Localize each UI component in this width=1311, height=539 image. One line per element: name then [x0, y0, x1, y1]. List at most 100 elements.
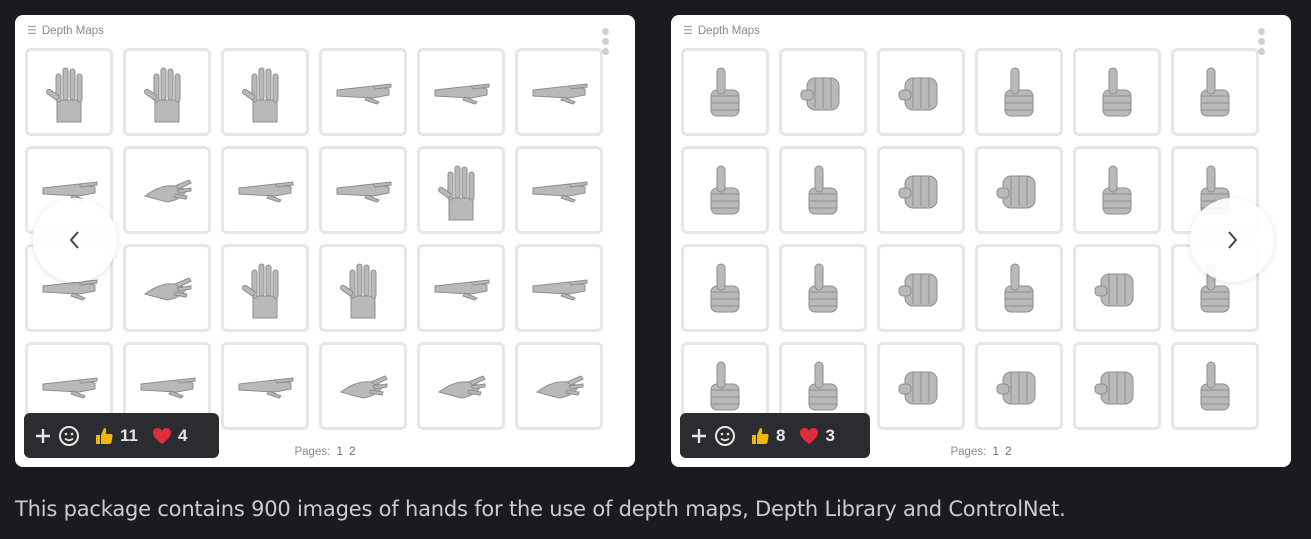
flat-hand-hand-image — [238, 181, 294, 203]
chevron-right-icon — [1228, 231, 1238, 249]
kebab-dot — [602, 38, 609, 45]
like-reaction-button[interactable]: 11 — [94, 426, 152, 446]
hand-thumbnail[interactable] — [975, 48, 1063, 136]
hand-thumbnail[interactable] — [515, 48, 603, 136]
panel-title: ☰ Depth Maps — [27, 24, 104, 38]
kebab-dot — [1258, 38, 1265, 45]
smiley-icon — [715, 425, 735, 446]
hand-thumbnail[interactable] — [1171, 48, 1259, 136]
fist-hand-image — [898, 273, 938, 307]
page-link-1[interactable]: 1 — [993, 446, 999, 458]
hand-thumbnail[interactable] — [877, 342, 965, 430]
thumbs-up-hand-image — [710, 67, 740, 117]
heart-reaction-button[interactable]: 3 — [799, 426, 835, 446]
hand-thumbnail[interactable] — [877, 146, 965, 234]
smiley-icon — [59, 425, 79, 446]
hand-thumbnail[interactable] — [25, 48, 113, 136]
page-link-2[interactable]: 2 — [1005, 446, 1011, 458]
carousel-next-button[interactable] — [1190, 198, 1274, 282]
hand-thumbnail[interactable] — [221, 48, 309, 136]
hand-thumbnail[interactable] — [515, 244, 603, 332]
emoji-picker-button[interactable] — [714, 425, 736, 447]
hand-thumbnail[interactable] — [1073, 244, 1161, 332]
hand-thumbnail[interactable] — [779, 48, 867, 136]
flat-hand-hand-image — [336, 83, 392, 105]
hand-thumbnail[interactable] — [681, 244, 769, 332]
thumbs-up-hand-image — [710, 263, 740, 313]
like-reaction-button[interactable]: 8 — [750, 426, 799, 446]
hand-thumbnail[interactable] — [319, 146, 407, 234]
thumbs-up-hand-image — [710, 165, 740, 215]
hand-thumbnail[interactable] — [417, 342, 505, 430]
hand-thumbnail[interactable] — [1073, 146, 1161, 234]
heart-reaction-button[interactable]: 4 — [152, 426, 187, 446]
hand-thumbnail[interactable] — [779, 146, 867, 234]
more-options-button[interactable] — [1258, 28, 1266, 58]
pages-label: Pages: — [294, 446, 331, 458]
thumbs-up-hand-image — [1004, 263, 1034, 313]
hand-thumbnail[interactable] — [1171, 342, 1259, 430]
thumbs-up-hand-image — [710, 361, 740, 411]
plus-icon — [692, 428, 706, 443]
fist-hand-image — [800, 77, 840, 111]
open-palm-hand-image — [340, 263, 377, 319]
flat-hand-hand-image — [336, 181, 392, 203]
open-palm-hand-image — [46, 67, 83, 123]
like-count: 8 — [776, 425, 786, 445]
hand-thumbnail[interactable] — [417, 244, 505, 332]
hand-thumbnail[interactable] — [221, 244, 309, 332]
emoji-picker-button[interactable] — [58, 425, 80, 447]
relaxed-hand-hand-image — [535, 375, 584, 399]
flat-hand-hand-image — [238, 377, 294, 399]
open-palm-hand-image — [438, 165, 475, 221]
page-link-2[interactable]: 2 — [349, 446, 355, 458]
hand-thumbnail[interactable] — [221, 146, 309, 234]
kebab-dot — [602, 28, 609, 35]
hand-thumbnail[interactable] — [1073, 342, 1161, 430]
hand-thumbnail[interactable] — [877, 244, 965, 332]
thumbs-up-icon — [752, 427, 769, 444]
heart-icon — [800, 427, 819, 444]
panel-title-text: Depth Maps — [697, 25, 760, 37]
hand-thumbnail[interactable] — [319, 244, 407, 332]
hand-thumbnail[interactable] — [975, 342, 1063, 430]
relaxed-hand-hand-image — [437, 375, 486, 399]
menu-icon: ☰ — [683, 24, 693, 37]
hand-thumbnail[interactable] — [515, 146, 603, 234]
hand-thumbnail[interactable] — [975, 146, 1063, 234]
add-reaction-button[interactable] — [690, 427, 708, 445]
hand-thumbnail[interactable] — [877, 48, 965, 136]
hand-thumbnail[interactable] — [417, 146, 505, 234]
hand-thumbnail[interactable] — [123, 48, 211, 136]
hand-thumbnail[interactable] — [319, 48, 407, 136]
thumbs-up-hand-image — [1200, 361, 1230, 411]
relaxed-hand-hand-image — [339, 375, 388, 399]
hand-thumbnail[interactable] — [515, 342, 603, 430]
carousel-prev-button[interactable] — [33, 198, 117, 282]
thumbs-up-hand-image — [1004, 67, 1034, 117]
hand-thumbnail[interactable] — [319, 342, 407, 430]
hand-thumbnail[interactable] — [417, 48, 505, 136]
hand-thumbnail[interactable] — [779, 244, 867, 332]
hand-thumbnail[interactable] — [681, 48, 769, 136]
open-palm-hand-image — [144, 67, 181, 123]
hand-thumbnail[interactable] — [123, 146, 211, 234]
more-options-button[interactable] — [602, 28, 610, 58]
hand-thumbnail[interactable] — [681, 146, 769, 234]
flat-hand-hand-image — [140, 377, 196, 399]
hand-thumbnail[interactable] — [221, 342, 309, 430]
thumbs-up-hand-image — [1102, 165, 1132, 215]
hand-thumbnail-grid — [681, 48, 1259, 430]
kebab-dot — [1258, 48, 1265, 55]
fist-hand-image — [1094, 371, 1134, 405]
add-reaction-button[interactable] — [34, 427, 52, 445]
fist-hand-image — [898, 77, 938, 111]
fist-hand-image — [996, 371, 1036, 405]
hand-thumbnail[interactable] — [1073, 48, 1161, 136]
page-link-1[interactable]: 1 — [337, 446, 343, 458]
hand-thumbnail[interactable] — [975, 244, 1063, 332]
fist-hand-image — [1094, 273, 1134, 307]
flat-hand-hand-image — [532, 279, 588, 301]
heart-icon — [152, 427, 171, 444]
hand-thumbnail[interactable] — [123, 244, 211, 332]
